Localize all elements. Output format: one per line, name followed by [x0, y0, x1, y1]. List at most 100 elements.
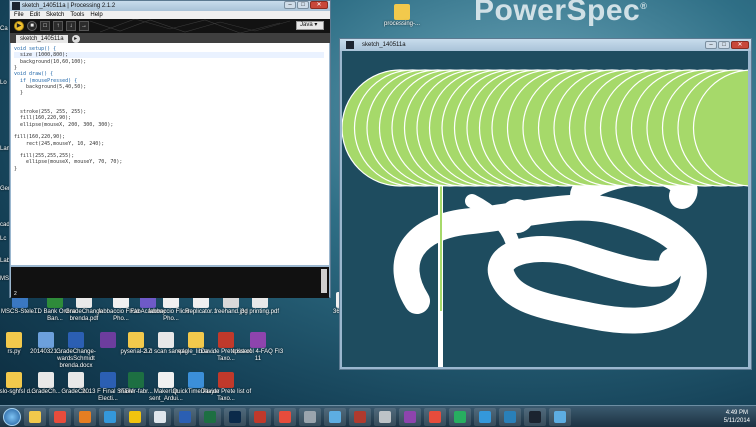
mail-icon [329, 410, 341, 423]
vertical-rect-green [440, 171, 442, 311]
mode-selector[interactable]: Java ▾ [296, 21, 324, 30]
taskbar-app-mail[interactable] [324, 407, 346, 426]
code-line[interactable]: ellipse(mouseX, 200, 300, 300); [14, 122, 113, 128]
code-line[interactable]: } [14, 65, 17, 71]
open-button[interactable]: ↑ [53, 21, 63, 31]
taskbar-app-processing[interactable] [524, 407, 546, 426]
folder-icon [394, 4, 410, 20]
explorer-icon [29, 410, 41, 423]
code-line[interactable]: if (mousePressed) { [14, 78, 77, 84]
desktop-icon-processing[interactable]: processing-... [376, 4, 428, 28]
stop-button[interactable]: ■ [27, 21, 37, 31]
file-icon [218, 372, 234, 388]
code-line[interactable]: fill(160,220,90); [14, 115, 71, 121]
taskbar-app-keyboard[interactable] [374, 407, 396, 426]
code-line[interactable]: void setup() { [14, 46, 56, 52]
chrome-icon [54, 410, 66, 423]
acrobat-icon [279, 410, 291, 423]
processing-app-icon [12, 2, 20, 10]
menu-help[interactable]: Help [90, 11, 102, 19]
file-icon [250, 332, 266, 348]
code-line[interactable]: ellipse(mouseX, mouseY, 70, 70); [14, 159, 122, 165]
processing-app-icon [346, 41, 354, 49]
taskbar: 4:49 PM 5/11/2014 [0, 405, 756, 427]
processing-icon [529, 410, 541, 423]
menu-tools[interactable]: Tools [70, 11, 84, 19]
code-line[interactable]: background(5,40,50); [14, 84, 86, 90]
taskbar-app-explorer[interactable] [24, 407, 46, 426]
taskbar-app-stickies[interactable] [124, 407, 146, 426]
desktop-icon[interactable]: tpsserol 4-FAQ FI3 11 [232, 332, 284, 363]
taskbar-app-excel[interactable] [199, 407, 221, 426]
arrows-icon [504, 410, 516, 423]
windows-media-icon [104, 410, 116, 423]
taskbar-app-firefox[interactable] [74, 407, 96, 426]
system-clock[interactable]: 4:49 PM 5/11/2014 [724, 409, 750, 425]
media-player-icon [554, 410, 566, 423]
desktop-edge-label: Lc [0, 236, 7, 242]
taskbar-app-illustrator[interactable] [249, 407, 271, 426]
processing-editor-window[interactable]: sketch_140511a | Processing 2.1.2 – □ ✕ … [9, 0, 331, 298]
sketch-minimize-button[interactable]: – [705, 41, 717, 49]
taskbar-app-filemaker[interactable] [349, 407, 371, 426]
illustrator-icon [254, 410, 266, 423]
taskbar-app-hp[interactable] [399, 407, 421, 426]
code-line[interactable]: background(10,60,100); [14, 59, 86, 65]
menu-file[interactable]: File [14, 11, 24, 19]
taskbar-app-chrome-2[interactable] [424, 407, 446, 426]
notepad-icon [154, 410, 166, 423]
taskbar-app-dreamweaver[interactable] [449, 407, 471, 426]
code-line[interactable]: void draw() { [14, 71, 53, 77]
sketch-canvas[interactable] [342, 51, 748, 367]
dreamweaver-icon [454, 410, 466, 423]
taskbar-app-media-player[interactable] [549, 407, 571, 426]
editor-tabs: sketch_140511a ▸ [10, 33, 330, 43]
excel-icon [204, 410, 216, 423]
chrome-2-icon [429, 410, 441, 423]
minimize-button[interactable]: – [284, 1, 296, 9]
code-line[interactable]: stroke(255, 255, 255); [14, 109, 86, 115]
stickies-icon [129, 410, 141, 423]
desktop-edge-label: Lo [0, 80, 7, 86]
line-number: 2 [14, 291, 17, 297]
code-editor[interactable]: void setup() { size (1000,800); backgrou… [11, 43, 329, 265]
sketch-close-button[interactable]: ✕ [731, 41, 749, 49]
console-scrollbar[interactable] [321, 269, 327, 293]
sketch-output-window[interactable]: sketch_140511a – □ ✕ [339, 38, 752, 370]
sketch-top-band [342, 51, 748, 65]
add-tab-button[interactable]: ▸ [71, 35, 80, 43]
toolbar-decoration [90, 19, 290, 33]
code-line[interactable]: } [14, 166, 17, 172]
firefox-icon [79, 410, 91, 423]
console-area[interactable]: 2 [11, 267, 329, 298]
taskbar-app-word[interactable] [174, 407, 196, 426]
tab-sketch[interactable]: sketch_140511a [16, 35, 68, 43]
code-line[interactable]: fill(160,220,90); [14, 134, 65, 140]
editor-title-bar[interactable]: sketch_140511a | Processing 2.1.2 – □ ✕ [10, 1, 330, 11]
taskbar-app-acrobat[interactable] [274, 407, 296, 426]
taskbar-app-arrows[interactable] [499, 407, 521, 426]
code-line[interactable]: rect(245,mouseY, 10, 240); [14, 141, 104, 147]
taskbar-app-notepad[interactable] [149, 407, 171, 426]
taskbar-app-photoshop[interactable] [224, 407, 246, 426]
run-button[interactable]: ▶ [14, 21, 24, 31]
code-line[interactable]: } [14, 90, 23, 96]
desktop-icon[interactable]: Davide Prete list of Taxo... [200, 372, 252, 403]
menu-edit[interactable]: Edit [30, 11, 40, 19]
taskbar-app-ie[interactable] [474, 407, 496, 426]
code-line[interactable]: fill(255,255,255); [14, 153, 74, 159]
close-button[interactable]: ✕ [310, 1, 328, 9]
sketch-maximize-button[interactable]: □ [718, 41, 730, 49]
menu-sketch[interactable]: Sketch [46, 11, 64, 19]
maximize-button[interactable]: □ [297, 1, 309, 9]
save-button[interactable]: ↓ [66, 21, 76, 31]
taskbar-app-windows-media[interactable] [99, 407, 121, 426]
sketch-title-bar[interactable]: sketch_140511a – □ ✕ [340, 39, 751, 51]
taskbar-app-chrome[interactable] [49, 407, 71, 426]
hp-icon [404, 410, 416, 423]
code-line[interactable]: size (1000,800); [14, 52, 324, 59]
export-button[interactable]: → [79, 21, 89, 31]
start-button[interactable] [3, 407, 21, 426]
new-button[interactable]: □ [40, 21, 50, 31]
taskbar-app-camera[interactable] [299, 407, 321, 426]
